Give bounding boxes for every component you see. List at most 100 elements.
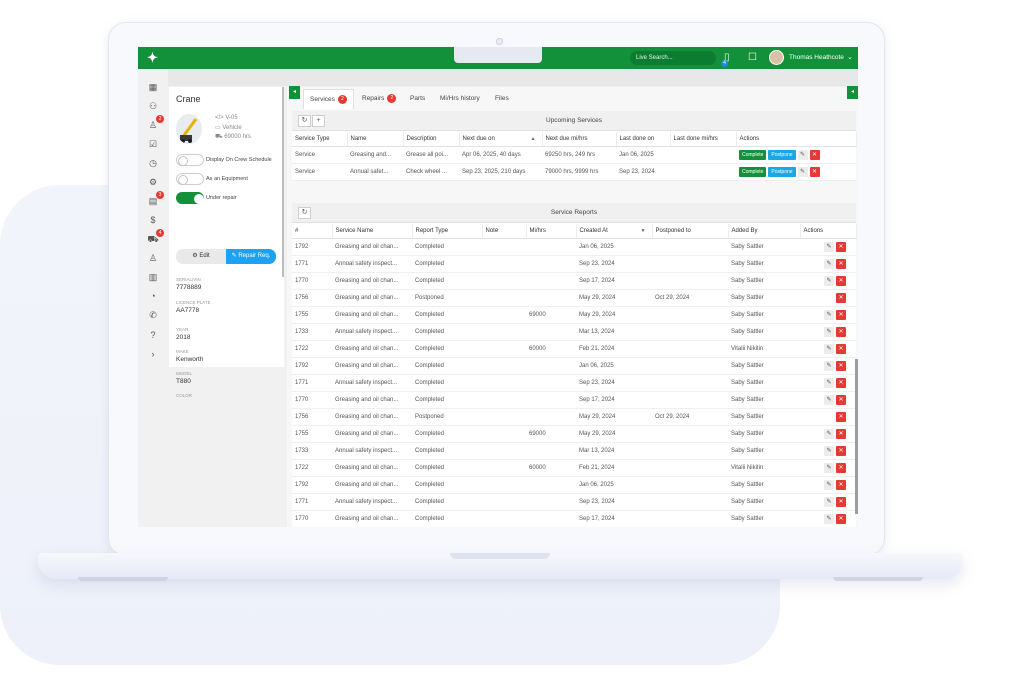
trash-icon[interactable]: ✕: [836, 445, 846, 456]
pencil-icon[interactable]: ✎: [824, 479, 834, 490]
column-header[interactable]: Created At ▼: [576, 224, 653, 239]
table-cell: Jan 06, 2025: [576, 357, 652, 375]
complete-button[interactable]: Complete: [739, 166, 767, 177]
postpone-button[interactable]: Postpone: [768, 149, 796, 160]
column-header[interactable]: Service Type: [292, 132, 348, 147]
column-header[interactable]: #: [292, 224, 333, 239]
table-scrollbar[interactable]: [855, 359, 858, 514]
pencil-icon[interactable]: ✎: [824, 258, 834, 269]
pencil-icon[interactable]: ✎: [824, 241, 834, 252]
checklist-icon[interactable]: ☑: [146, 137, 160, 151]
clock-icon[interactable]: ◷: [146, 156, 160, 170]
pencil-icon[interactable]: ✎: [824, 496, 834, 507]
chat-icon[interactable]: ☐: [748, 51, 757, 65]
trash-icon[interactable]: ✕: [836, 462, 846, 473]
trash-icon[interactable]: ✕: [836, 241, 846, 252]
trash-icon[interactable]: ✕: [836, 275, 846, 286]
trash-icon[interactable]: ✕: [836, 326, 846, 337]
pencil-icon[interactable]: ✎: [824, 309, 834, 320]
trash-icon[interactable]: ✕: [809, 149, 820, 160]
pencil-icon[interactable]: ✎: [797, 149, 808, 160]
table-cell: Sep 17, 2024: [576, 391, 652, 409]
table-cell: Completed: [412, 493, 482, 511]
collapse-left-button[interactable]: ◂: [289, 86, 300, 99]
column-header[interactable]: Last done mi/hrs: [670, 132, 737, 147]
trash-icon[interactable]: ✕: [836, 496, 846, 507]
trash-icon[interactable]: ✕: [836, 309, 846, 320]
table-cell: [482, 323, 526, 341]
repair-request-button[interactable]: ✎ Repair Req.: [226, 249, 276, 264]
users-icon[interactable]: ⚇: [146, 99, 160, 113]
column-header[interactable]: Actions: [736, 132, 857, 147]
crew-schedule-toggle[interactable]: [176, 154, 204, 166]
column-header[interactable]: Service Name: [332, 224, 413, 239]
chevron-down-icon[interactable]: ⌄: [847, 51, 853, 65]
column-header[interactable]: Name: [347, 132, 404, 147]
column-header[interactable]: Report Type: [412, 224, 483, 239]
pencil-icon[interactable]: ✎: [824, 394, 834, 405]
sort-icon[interactable]: ▼: [641, 228, 646, 234]
tab-parts[interactable]: Parts: [410, 89, 425, 109]
phone-icon[interactable]: ✆: [146, 308, 160, 322]
column-header[interactable]: Added By: [728, 224, 801, 239]
column-header[interactable]: Last done on: [616, 132, 671, 147]
table-cell: [526, 510, 576, 527]
table-row: 1771 Annual safety inspect... Completed Sep…: [292, 374, 856, 392]
pie-chart-icon[interactable]: ◔: [146, 289, 160, 303]
dashboard-icon[interactable]: ▦: [146, 80, 160, 94]
equipment-toggle[interactable]: [176, 173, 204, 185]
column-header[interactable]: Next due mi/hrs: [542, 132, 617, 147]
trash-icon[interactable]: ✕: [836, 377, 846, 388]
avatar[interactable]: [769, 50, 784, 65]
expand-chevron-icon[interactable]: ›: [146, 347, 160, 361]
column-header[interactable]: Actions: [800, 224, 857, 239]
trash-icon[interactable]: ✕: [809, 166, 820, 177]
dollar-icon[interactable]: $: [146, 213, 160, 227]
trash-icon[interactable]: ✕: [836, 292, 846, 303]
app-logo-icon[interactable]: ✦: [144, 49, 161, 66]
complete-button[interactable]: Complete: [739, 149, 767, 160]
trash-icon[interactable]: ✕: [836, 258, 846, 269]
person-icon[interactable]: ♙: [146, 251, 160, 265]
user-name[interactable]: Thomas Heathcote: [789, 51, 844, 65]
actions-cell: Complete Postpone ✎ ✕: [736, 163, 856, 181]
column-header[interactable]: Next due on ▲: [459, 132, 543, 147]
trash-icon[interactable]: ✕: [836, 479, 846, 490]
gear-icon[interactable]: ⚙: [146, 175, 160, 189]
trash-icon[interactable]: ✕: [836, 394, 846, 405]
pencil-icon[interactable]: ✎: [824, 343, 834, 354]
tab-repairs[interactable]: Repairs 2: [362, 89, 397, 109]
edit-button[interactable]: ⚙ Edit: [176, 249, 226, 264]
column-header[interactable]: Description: [403, 132, 460, 147]
tab-mileage-history[interactable]: Mi/Hrs history: [440, 89, 480, 109]
pencil-icon[interactable]: ✎: [824, 275, 834, 286]
pencil-icon[interactable]: ✎: [824, 428, 834, 439]
column-header[interactable]: Postponed to: [652, 224, 729, 239]
tab-services[interactable]: Services 2: [303, 89, 354, 109]
trash-icon[interactable]: ✕: [836, 360, 846, 371]
live-search-input[interactable]: Live Search...: [630, 51, 716, 65]
pencil-icon[interactable]: ✎: [824, 377, 834, 388]
trash-icon[interactable]: ✕: [836, 343, 846, 354]
card-scrollbar[interactable]: [282, 87, 284, 277]
under-repair-toggle[interactable]: [176, 192, 204, 204]
postpone-button[interactable]: Postpone: [768, 166, 796, 177]
column-header[interactable]: Note: [482, 224, 527, 239]
table-cell: Saby Sattler: [728, 272, 800, 290]
pencil-icon[interactable]: ✎: [824, 360, 834, 371]
pencil-icon[interactable]: ✎: [824, 445, 834, 456]
pencil-icon[interactable]: ✎: [824, 462, 834, 473]
column-header[interactable]: Mi/hrs: [526, 224, 577, 239]
sort-icon[interactable]: ▲: [531, 136, 536, 142]
table-cell: [670, 163, 736, 181]
trash-icon[interactable]: ✕: [836, 411, 846, 422]
trash-icon[interactable]: ✕: [836, 428, 846, 439]
pencil-icon[interactable]: ✎: [797, 166, 808, 177]
collapse-right-button[interactable]: ◂: [847, 86, 858, 99]
table-icon[interactable]: ▥: [146, 270, 160, 284]
trash-icon[interactable]: ✕: [836, 513, 846, 524]
pencil-icon[interactable]: ✎: [824, 513, 834, 524]
tab-files[interactable]: Files: [495, 89, 509, 109]
help-icon[interactable]: ?: [146, 328, 160, 342]
pencil-icon[interactable]: ✎: [824, 326, 834, 337]
